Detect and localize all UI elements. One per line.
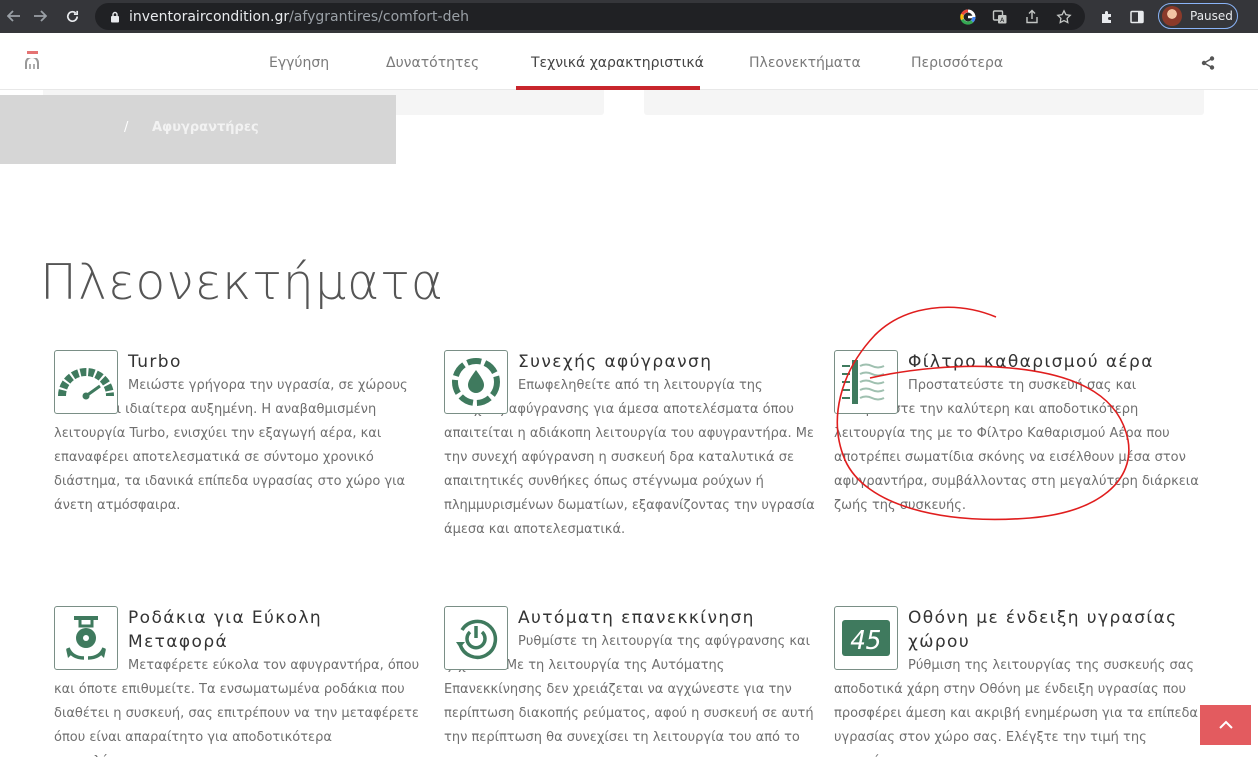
breadcrumb-current[interactable]: Αφυγραντήρες bbox=[152, 120, 259, 135]
back-button[interactable] bbox=[0, 2, 28, 30]
share-icon[interactable] bbox=[1200, 55, 1216, 71]
reload-icon bbox=[66, 10, 78, 22]
lock-icon bbox=[107, 9, 123, 25]
humidity-display-icon: 45 bbox=[834, 606, 898, 670]
feature-auto-restart: Αυτόματη επανεκκίνηση Ρυθμίστε τη λειτου… bbox=[444, 606, 816, 750]
arrow-left-icon bbox=[7, 10, 20, 22]
feature-humidity-display: 45 Οθόνη με ένδειξη υγρασίας χώρου Ρύθμι… bbox=[834, 606, 1206, 757]
feature-title: Οθόνη με ένδειξη υγρασίας χώρου bbox=[908, 608, 1178, 652]
url-path: /afygrantires/comfort-deh bbox=[289, 8, 469, 25]
feature-title: Αυτόματη επανεκκίνηση bbox=[518, 608, 755, 628]
browser-toolbar: inventoraircondition.gr/afygrantires/com… bbox=[0, 0, 1258, 33]
logo-icon[interactable] bbox=[24, 55, 40, 69]
address-bar[interactable]: inventoraircondition.gr/afygrantires/com… bbox=[95, 3, 1085, 30]
google-icon[interactable] bbox=[955, 4, 981, 30]
feature-title: Ροδάκια για Εύκολη Μεταφορά bbox=[128, 608, 323, 652]
feature-title: Turbo bbox=[128, 352, 182, 372]
water-drop-cycle-icon bbox=[444, 350, 508, 414]
feature-continuous-dehumidification: Συνεχής αφύγρανση Επωφεληθείτε από τη λε… bbox=[444, 350, 816, 542]
url-text: inventoraircondition.gr/afygrantires/com… bbox=[129, 9, 469, 25]
avatar bbox=[1162, 6, 1182, 26]
side-panel-icon[interactable] bbox=[1124, 4, 1150, 30]
extensions-puzzle-icon[interactable] bbox=[1094, 4, 1120, 30]
feature-air-filter: Φίλτρο καθαρισμού αέρα Προστατεύστε τη σ… bbox=[834, 350, 1206, 518]
breadcrumb-separator: / bbox=[124, 120, 129, 135]
power-restart-icon bbox=[444, 606, 508, 670]
arrow-right-icon bbox=[34, 10, 47, 22]
scroll-to-top-button[interactable] bbox=[1200, 705, 1251, 745]
tab-more[interactable]: Περισσότερα bbox=[911, 33, 1003, 89]
feature-turbo: Turbo Μειώστε γρήγορα την υγρασία, σε χώ… bbox=[54, 350, 426, 518]
feature-title: Φίλτρο καθαρισμού αέρα bbox=[908, 352, 1154, 372]
air-filter-icon bbox=[834, 350, 898, 414]
tab-warranty[interactable]: Εγγύηση bbox=[269, 33, 329, 89]
translate-icon[interactable]: A bbox=[987, 4, 1013, 30]
url-domain: inventoraircondition.gr bbox=[129, 8, 290, 25]
logo-underline bbox=[27, 51, 38, 54]
site-nav: Εγγύηση Δυνατότητες Τεχνικά χαρακτηριστι… bbox=[0, 33, 1258, 90]
card-bottom-right bbox=[644, 90, 1204, 115]
humidity-value: 45 bbox=[850, 626, 881, 656]
tab-technical-specs[interactable]: Τεχνικά χαρακτηριστικά bbox=[531, 33, 704, 89]
tab-advantages[interactable]: Πλεονεκτήματα bbox=[749, 33, 861, 89]
speedometer-icon bbox=[54, 350, 118, 414]
tab-capabilities[interactable]: Δυνατότητες bbox=[386, 33, 479, 89]
caster-wheel-icon bbox=[54, 606, 118, 670]
section-title: Πλεονεκτήματα bbox=[40, 254, 445, 311]
bookmark-star-icon[interactable] bbox=[1051, 4, 1077, 30]
chevron-up-icon bbox=[1218, 720, 1233, 729]
feature-wheels: Ροδάκια για Εύκολη Μεταφορά Μεταφέρετε ε… bbox=[54, 606, 426, 757]
profile-button[interactable]: Paused bbox=[1158, 3, 1238, 29]
profile-status: Paused bbox=[1190, 9, 1233, 23]
forward-button[interactable] bbox=[26, 2, 54, 30]
reload-button[interactable] bbox=[58, 2, 86, 30]
feature-title: Συνεχής αφύγρανση bbox=[518, 352, 713, 372]
share-page-icon[interactable] bbox=[1019, 4, 1045, 30]
